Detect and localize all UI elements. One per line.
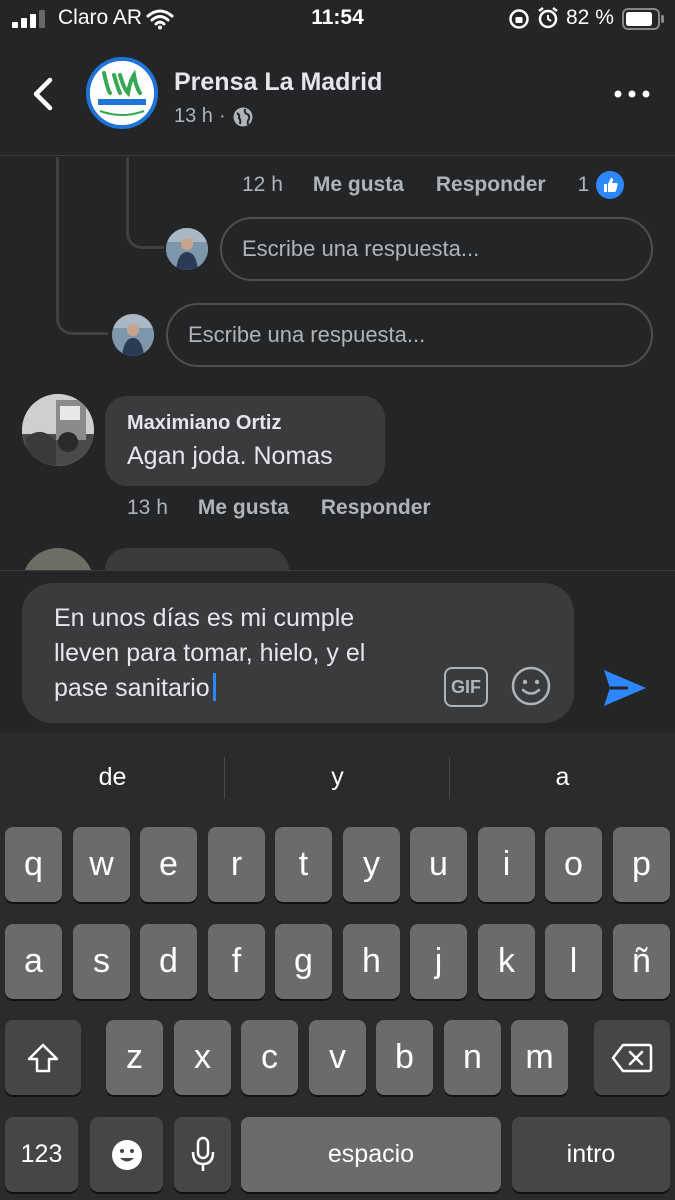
key-h[interactable]: h (343, 924, 400, 999)
key-f[interactable]: f (208, 924, 265, 999)
comment-time: 13 h (127, 496, 168, 519)
reply-respond-button[interactable]: Responder (436, 173, 546, 197)
comment-composer[interactable]: En unos días es mi cumple lleven para to… (22, 583, 574, 723)
key-x[interactable]: x (174, 1020, 231, 1095)
suggestion-bar: de y a (0, 733, 675, 821)
battery-percentage: 82 % (566, 6, 614, 29)
user-photo (166, 228, 208, 270)
page-avatar[interactable] (86, 57, 158, 129)
emoji-icon (111, 1139, 142, 1170)
backspace-icon (611, 1043, 653, 1072)
key-i[interactable]: i (478, 827, 535, 902)
reply-time: 12 h (242, 173, 283, 196)
key-l[interactable]: l (545, 924, 602, 999)
text-caret (212, 673, 216, 701)
keyboard: de y a q w e r t y u i o p a s d f g h j… (0, 733, 675, 1200)
page-title[interactable]: Prensa La Madrid (174, 68, 382, 97)
key-m[interactable]: m (511, 1020, 568, 1095)
key-j[interactable]: j (410, 924, 467, 999)
numbers-key[interactable]: 123 (5, 1117, 78, 1192)
commenter-avatar[interactable] (22, 394, 94, 466)
key-c[interactable]: c (241, 1020, 298, 1095)
globe-icon (233, 107, 253, 126)
composer-line: lleven para tomar, hielo, y el (54, 639, 366, 667)
return-key[interactable]: intro (512, 1117, 670, 1192)
thumbs-up-icon[interactable] (595, 170, 625, 200)
commenter-photo (22, 394, 94, 466)
comment-like-button[interactable]: Me gusta (198, 496, 289, 520)
microphone-icon (191, 1136, 214, 1171)
emoji-key[interactable] (90, 1117, 163, 1192)
comment-text: Agan joda. Nomas (127, 442, 333, 470)
suggestion-word[interactable]: y (225, 733, 450, 821)
key-z[interactable]: z (106, 1020, 163, 1095)
post-time: 13 h (174, 105, 213, 127)
suggestion-word[interactable]: de (0, 733, 225, 821)
post-header: Prensa La Madrid 13 h · (0, 40, 675, 156)
battery-icon (622, 8, 664, 30)
reply-input[interactable]: Escribe una respuesta... (166, 303, 653, 367)
reply-actions: 12 h Me gusta Responder 1 (242, 170, 625, 200)
key-r[interactable]: r (208, 827, 265, 902)
user-avatar-small[interactable] (112, 314, 154, 356)
send-icon[interactable] (602, 667, 648, 709)
key-b[interactable]: b (376, 1020, 433, 1095)
key-w[interactable]: w (73, 827, 130, 902)
key-v[interactable]: v (309, 1020, 366, 1095)
key-d[interactable]: d (140, 924, 197, 999)
key-s[interactable]: s (73, 924, 130, 999)
reaction-count[interactable]: 1 (578, 173, 590, 197)
key-e[interactable]: e (140, 827, 197, 902)
reply-placeholder: Escribe una respuesta... (188, 322, 426, 347)
comment-bubble[interactable]: Maximiano Ortiz Agan joda. Nomas (105, 396, 385, 486)
user-avatar-small[interactable] (166, 228, 208, 270)
status-bar: Claro AR 11:54 82 % (0, 0, 675, 40)
key-u[interactable]: u (410, 827, 467, 902)
key-p[interactable]: p (613, 827, 670, 902)
thread-connector-inner (126, 157, 164, 249)
key-o[interactable]: o (545, 827, 602, 902)
suggestion-word[interactable]: a (450, 733, 675, 821)
thread-connector-outer (56, 157, 108, 335)
more-options-icon[interactable] (612, 82, 652, 106)
shift-key[interactable] (5, 1020, 81, 1095)
key-g[interactable]: g (275, 924, 332, 999)
comment-respond-button[interactable]: Responder (321, 496, 431, 520)
page-logo (90, 61, 154, 125)
reply-like-button[interactable]: Me gusta (313, 173, 404, 197)
dictation-key[interactable] (174, 1117, 231, 1192)
space-key[interactable]: espacio (241, 1117, 501, 1192)
composer-line: pase sanitario (54, 674, 210, 702)
key-k[interactable]: k (478, 924, 535, 999)
key-q[interactable]: q (5, 827, 62, 902)
comment-actions: 13 h Me gusta Responder (127, 496, 463, 520)
composer-line: En unos días es mi cumple (54, 604, 355, 632)
gif-button[interactable]: GIF (444, 667, 488, 707)
comment-author[interactable]: Maximiano Ortiz (127, 412, 281, 435)
shift-icon (27, 1043, 59, 1072)
nested-reply-input[interactable]: Escribe una respuesta... (220, 217, 653, 281)
comment-composer-area: En unos días es mi cumple lleven para to… (0, 570, 675, 732)
key-n-tilde[interactable]: ñ (613, 924, 670, 999)
key-a[interactable]: a (5, 924, 62, 999)
delete-key[interactable] (594, 1020, 670, 1095)
emoji-icon[interactable] (510, 665, 552, 707)
rotation-lock-icon (509, 9, 529, 29)
key-y[interactable]: y (343, 827, 400, 902)
key-t[interactable]: t (275, 827, 332, 902)
composer-text[interactable]: En unos días es mi cumple lleven para to… (54, 601, 434, 706)
post-meta: 13 h · (174, 105, 254, 128)
nested-reply-placeholder: Escribe una respuesta... (242, 236, 480, 261)
key-n[interactable]: n (444, 1020, 501, 1095)
meta-separator: · (218, 105, 226, 127)
back-chevron-icon[interactable] (26, 72, 60, 116)
user-photo (112, 314, 154, 356)
alarm-icon (538, 7, 558, 29)
